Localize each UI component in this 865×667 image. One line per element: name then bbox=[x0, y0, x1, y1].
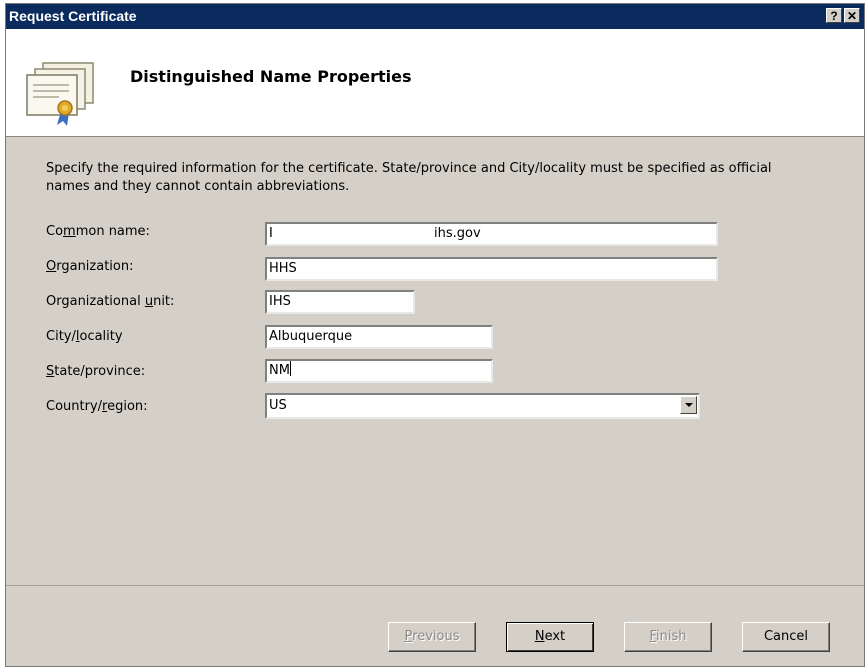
city-input[interactable]: Albuquerque bbox=[265, 325, 493, 349]
city-label: City/locality bbox=[46, 329, 123, 344]
organizational-unit-input[interactable]: IHS bbox=[265, 290, 415, 314]
certificate-icon bbox=[26, 62, 94, 126]
finish-button[interactable]: Finish bbox=[624, 622, 712, 652]
country-select[interactable]: US bbox=[265, 393, 700, 419]
instructions-text: Specify the required information for the… bbox=[46, 161, 772, 194]
previous-button[interactable]: Previous bbox=[388, 622, 476, 652]
state-label: State/province: bbox=[46, 364, 146, 379]
organization-input[interactable]: HHS bbox=[265, 257, 718, 281]
next-button[interactable]: Next bbox=[506, 622, 594, 652]
page-heading: Distinguished Name Properties bbox=[130, 67, 412, 86]
help-button[interactable]: ? bbox=[826, 8, 842, 23]
window-title: Request Certificate bbox=[9, 8, 137, 24]
close-button[interactable]: ✕ bbox=[844, 8, 860, 23]
header-panel: Distinguished Name Properties bbox=[6, 29, 864, 137]
common-name-label: Common name: bbox=[46, 224, 150, 239]
cancel-button[interactable]: Cancel bbox=[742, 622, 830, 652]
organizational-unit-label: Organizational unit: bbox=[46, 294, 175, 309]
common-name-input[interactable]: I ihs.gov bbox=[265, 222, 718, 246]
request-certificate-dialog: Request Certificate ? ✕ Distinguished Na… bbox=[5, 3, 865, 667]
country-select-value: US bbox=[269, 398, 287, 413]
organization-label: Organization: bbox=[46, 259, 134, 274]
state-input[interactable]: NM bbox=[265, 359, 493, 383]
text-cursor bbox=[289, 361, 291, 376]
chevron-down-icon[interactable] bbox=[680, 396, 697, 414]
country-label: Country/region: bbox=[46, 399, 148, 414]
title-bar[interactable]: Request Certificate ? ✕ bbox=[6, 4, 864, 29]
